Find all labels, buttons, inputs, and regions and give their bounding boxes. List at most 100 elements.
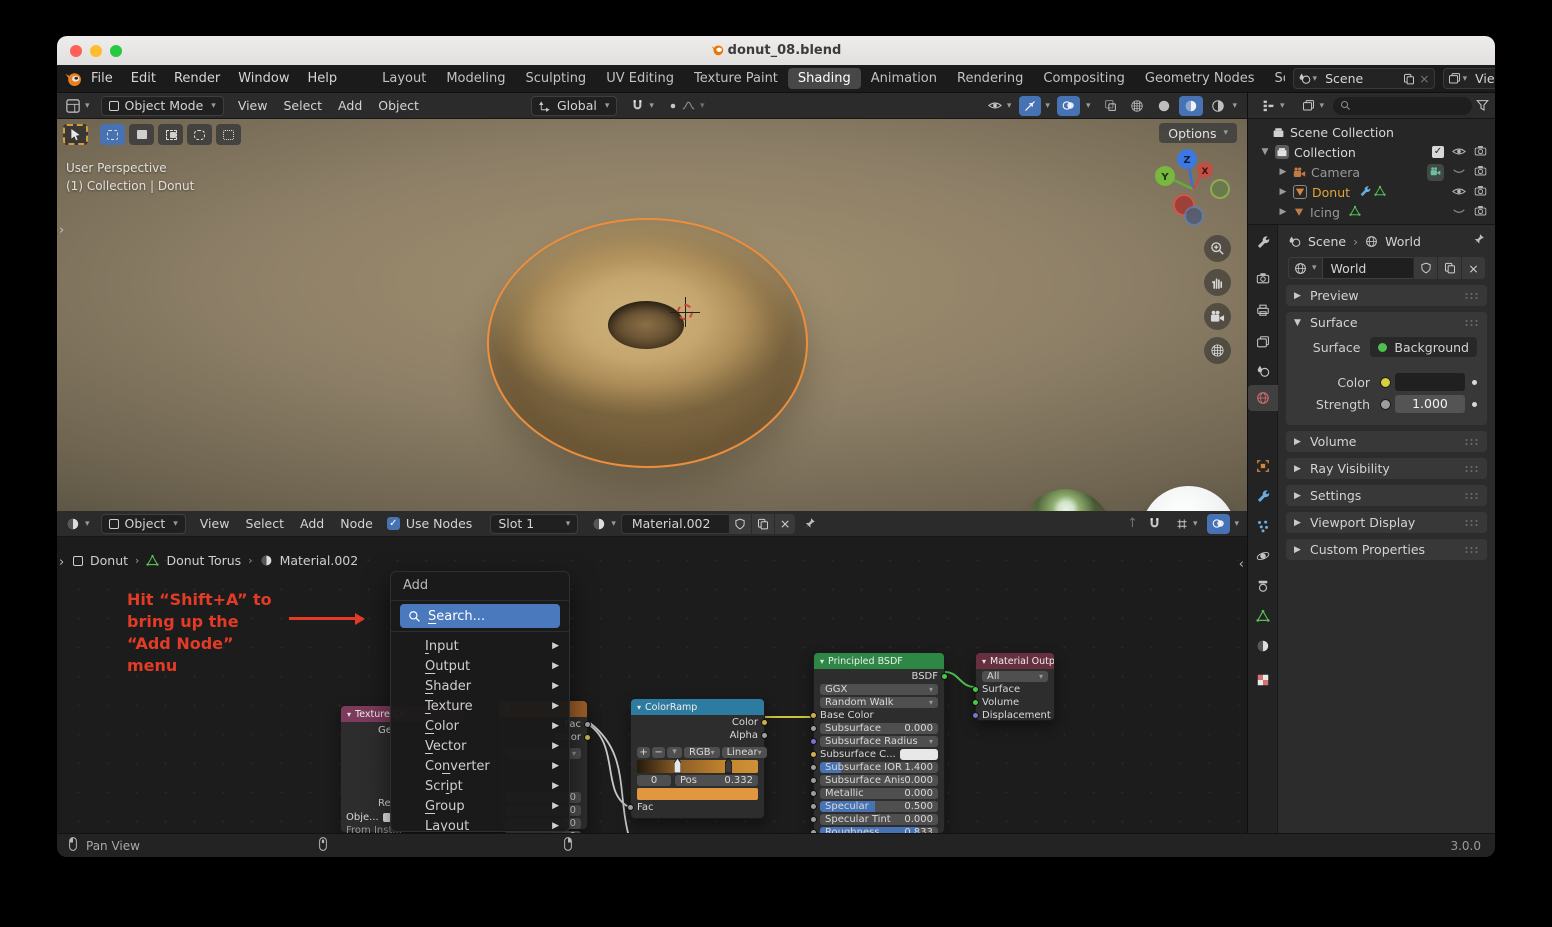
add-menu-item-shader[interactable]: Shader▶ (391, 676, 569, 696)
bsdf-roughness-slider[interactable]: Roughness0.833 (820, 826, 938, 833)
tab-rendering[interactable]: Rendering (947, 68, 1033, 89)
output-target-dropdown[interactable]: All▾ (982, 670, 1048, 682)
select-lasso-tool-button[interactable] (187, 124, 212, 145)
outliner-row-scene-collection[interactable]: Scene Collection (1248, 122, 1495, 142)
copy-world-icon[interactable] (1437, 257, 1461, 279)
color-ramp-gradient[interactable] (637, 759, 758, 773)
expand-caret-icon[interactable]: ▶ (1278, 167, 1288, 177)
tab-world[interactable] (1248, 385, 1278, 411)
panel-settings-header[interactable]: ▶Settings (1286, 485, 1487, 506)
ramp-stop-selected[interactable] (674, 758, 681, 774)
principled-bsdf-header[interactable]: ▾Principled BSDF (814, 653, 944, 669)
tab-compositing[interactable]: Compositing (1033, 68, 1135, 89)
shader-menu-add[interactable]: Add (292, 516, 332, 531)
fake-user-shield-icon[interactable] (1413, 257, 1437, 279)
ramp-color-mode-dropdown[interactable]: RGB▾ (684, 747, 720, 758)
donut-object[interactable] (487, 218, 808, 468)
add-menu-item-converter[interactable]: Converter▶ (391, 756, 569, 776)
tab-texture[interactable] (1248, 667, 1278, 693)
mode-selector[interactable]: Object Mode▾ (101, 96, 224, 116)
pin-id-icon[interactable] (1472, 233, 1485, 249)
material-slot-selector[interactable]: Slot 1▾ (490, 514, 578, 534)
tab-view-layer[interactable] (1248, 329, 1278, 355)
bsdf-specular-tint-field[interactable]: Specular Tint0.000 (820, 813, 938, 825)
material-output-node[interactable]: ▾Material Output All▾ Surface Volume Dis… (975, 652, 1055, 721)
outliner-row-camera[interactable]: ▶ Camera (1248, 162, 1495, 182)
render-camera-icon[interactable] (1474, 204, 1487, 220)
surface-type-button[interactable]: Background (1370, 337, 1477, 357)
bsdf-base-color-input[interactable]: Base Color (820, 709, 938, 721)
colorramp-alpha-output[interactable]: Alpha (637, 729, 758, 741)
add-menu-item-group[interactable]: Group▶ (391, 796, 569, 816)
select-more-tool-button[interactable] (216, 124, 241, 145)
tab-tool[interactable] (1248, 229, 1278, 255)
viewport-menu-add[interactable]: Add (330, 98, 370, 113)
menu-edit[interactable]: Edit (122, 71, 165, 86)
camera-view-button[interactable] (1204, 303, 1231, 330)
tab-constraints[interactable] (1248, 573, 1278, 599)
panel-preview-header[interactable]: ▶Preview (1286, 285, 1487, 306)
material-browse-button[interactable]: ▾ (587, 514, 621, 534)
panel-viewport-display-header[interactable]: ▶Viewport Display (1286, 512, 1487, 533)
tab-material[interactable] (1248, 633, 1278, 659)
panel-grip[interactable] (1464, 319, 1479, 327)
shader-menu-view[interactable]: View (192, 516, 238, 531)
outliner-row-collection[interactable]: ▼ Collection ✓ (1248, 142, 1495, 162)
bsdf-subsurface-method-dropdown[interactable]: Random Walk▾ (820, 696, 938, 708)
panel-grip[interactable] (1464, 546, 1479, 554)
expand-caret-icon[interactable]: ▶ (1278, 207, 1288, 217)
add-menu-item-script[interactable]: Script▶ (391, 776, 569, 796)
material-output-header[interactable]: ▾Material Output (976, 653, 1054, 669)
world-name-field[interactable]: World (1323, 257, 1413, 279)
select-circle-tool-button[interactable] (158, 124, 183, 145)
shader-menu-select[interactable]: Select (237, 516, 292, 531)
tab-scene[interactable] (1248, 358, 1278, 384)
add-menu-item-vector[interactable]: Vector▶ (391, 736, 569, 756)
tab-particles[interactable] (1248, 513, 1278, 539)
tab-layout[interactable]: Layout (372, 68, 436, 89)
show-object-types-button[interactable]: ▾ (983, 96, 1017, 116)
cursor-tool-button[interactable] (63, 124, 88, 145)
panel-custom-properties-header[interactable]: ▶Custom Properties (1286, 539, 1487, 560)
shading-solid-button[interactable] (1152, 96, 1176, 116)
principled-bsdf-node[interactable]: ▾Principled BSDF BSDF GGX▾ Random Walk▾ … (813, 652, 945, 833)
panel-grip[interactable] (1464, 438, 1479, 446)
animate-dot-icon[interactable] (1472, 402, 1477, 407)
bsdf-specular-slider[interactable]: Specular0.500 (820, 800, 938, 812)
shader-menu-node[interactable]: Node (332, 516, 381, 531)
ramp-options-button[interactable]: ▾ (667, 747, 682, 758)
strength-input-socket[interactable] (1380, 399, 1391, 410)
tab-sculpting[interactable]: Sculpting (515, 68, 596, 89)
pin-icon[interactable] (803, 517, 816, 530)
bsdf-subsurface-radius-dropdown[interactable]: Subsurface Radius▾ (820, 735, 938, 747)
ramp-index-field[interactable]: 0 (637, 775, 671, 786)
ramp-stop[interactable] (725, 758, 732, 774)
output-displacement-input[interactable]: Displacement (982, 709, 1048, 721)
proportional-editing-button[interactable]: ▾ (662, 96, 710, 116)
render-camera-icon[interactable] (1474, 164, 1487, 180)
add-menu-item-texture[interactable]: Texture▶ (391, 696, 569, 716)
collapse-caret-icon[interactable]: ▼ (1260, 147, 1270, 157)
add-menu-item-input[interactable]: Input▶ (391, 636, 569, 656)
viewport-editor-type-button[interactable]: ▾ (61, 96, 95, 116)
tab-modifiers[interactable] (1248, 483, 1278, 509)
zoom-view-button[interactable] (1204, 235, 1231, 262)
output-surface-input[interactable]: Surface (982, 683, 1048, 695)
colorramp-fac-input[interactable]: Fac (637, 801, 758, 813)
unlink-scene-icon[interactable]: × (1419, 71, 1429, 86)
unlink-world-icon[interactable]: × (1461, 257, 1485, 279)
tab-object[interactable] (1248, 453, 1278, 479)
texcoord-object-row[interactable]: Obje... (346, 812, 392, 823)
shader-snap-toggle-button[interactable] (1143, 514, 1166, 534)
menu-file[interactable]: File (82, 71, 122, 86)
breadcrumb-scene[interactable]: Scene (1308, 234, 1346, 249)
bsdf-subsurface-anisotropy-field[interactable]: Subsurface Anisotropy0.000 (820, 774, 938, 786)
scene-selector[interactable]: ▾ Scene × (1293, 68, 1435, 89)
options-button[interactable]: Options▾ (1159, 123, 1237, 143)
hidden-eye-icon[interactable] (1452, 165, 1466, 180)
toolbar-expand-arrow[interactable]: › (59, 223, 64, 238)
render-camera-icon[interactable] (1474, 184, 1487, 200)
menu-help[interactable]: Help (299, 71, 347, 86)
add-stop-button[interactable]: + (637, 747, 650, 758)
tab-animation[interactable]: Animation (861, 68, 947, 89)
